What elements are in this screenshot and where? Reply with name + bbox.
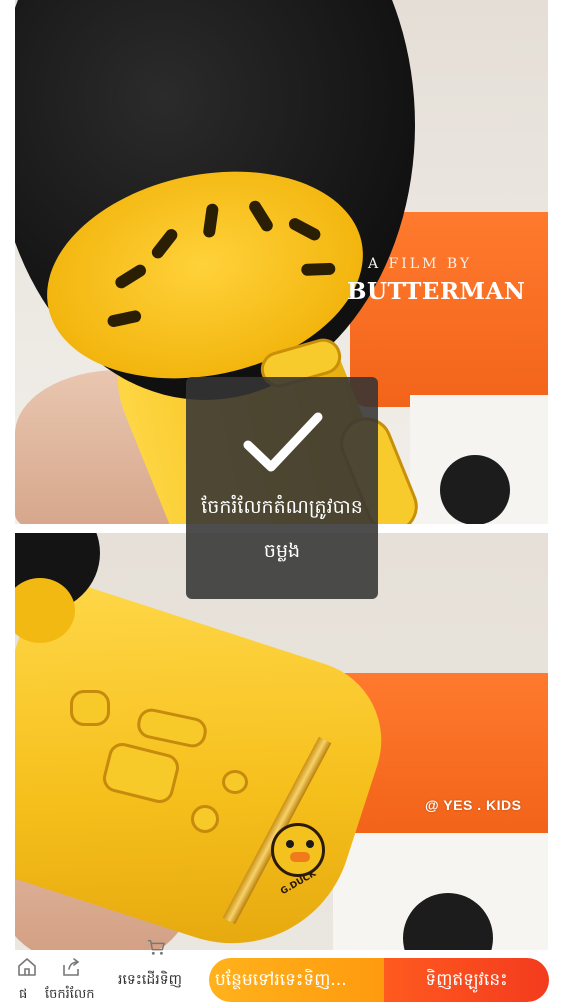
film-credit-line1: A FILM BY (368, 256, 473, 272)
cart-icon (147, 939, 165, 955)
home-icon (18, 958, 36, 976)
duck-logo-icon (271, 823, 325, 877)
checkmark-icon (243, 412, 323, 472)
home-label: ផ (19, 987, 28, 1002)
buy-now-button[interactable]: ទិញឥឡូវនេះ (384, 958, 549, 1002)
cart-label: រទេះដើរទិញ (118, 972, 182, 988)
share-button[interactable]: ចែករំលែក (45, 950, 110, 1007)
mic-button (70, 690, 110, 726)
share-icon (63, 958, 80, 976)
cart-button[interactable]: រទេះដើរទិញ (112, 939, 204, 1007)
product-page: A FILM BY BUTTERMAN G.DUCK @ YES . KIDS … (0, 0, 563, 1007)
mic-knob (191, 805, 219, 833)
copied-toast: ចែករំលែកតំណត្រូវបានចម្លង (186, 377, 378, 599)
watermark: @ YES . KIDS (425, 797, 522, 813)
share-label: ចែករំលែក (45, 987, 95, 1002)
mic-knob (222, 770, 248, 794)
film-credit-line2: BUTTERMAN (347, 278, 526, 305)
add-to-cart-button[interactable]: បន្ថែមទៅរទេះទិញ... (209, 958, 384, 1002)
bottom-action-bar: ផ ចែករំលែក រទេះដើរទិញ បន្ថែមទៅរទេះទិញ...… (0, 939, 563, 1007)
toast-message: ចែករំលែកតំណត្រូវបានចម្លង (201, 496, 363, 562)
